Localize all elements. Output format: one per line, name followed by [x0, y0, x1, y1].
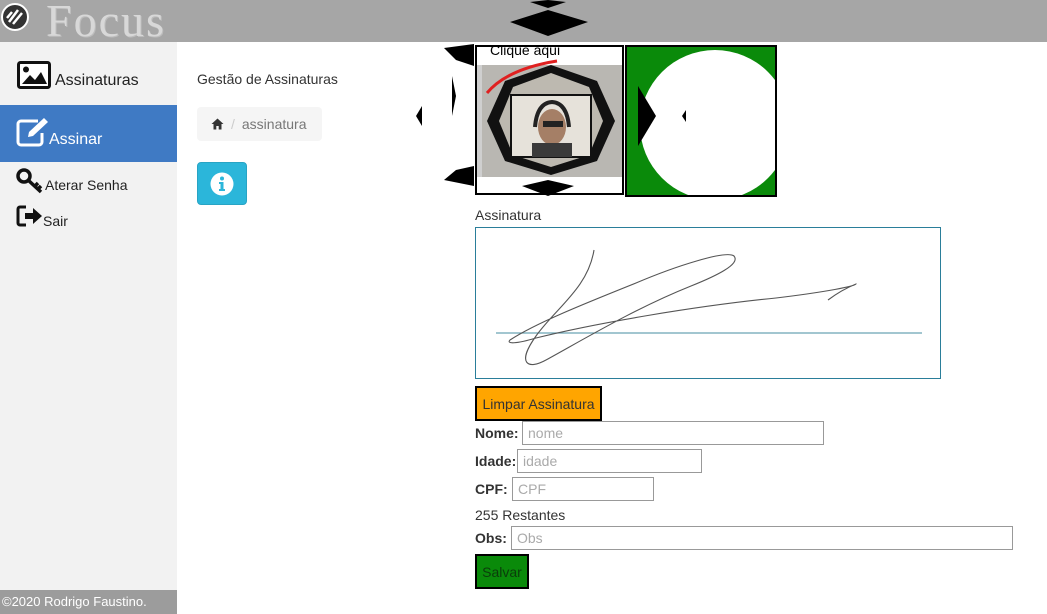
photo-preview [625, 45, 777, 197]
cpf-label: CPF: [475, 481, 508, 497]
obs-input[interactable] [511, 526, 1013, 550]
sidebar-item-label: Assinar [49, 131, 103, 148]
sidebar-item-label: Sair [43, 213, 68, 229]
obs-label: Obs: [475, 530, 507, 546]
cpf-input[interactable] [512, 477, 654, 501]
home-icon[interactable] [211, 118, 224, 130]
image-icon [17, 61, 51, 89]
sidebar: Assinaturas Assinar Aterar Senha Sair [0, 42, 177, 614]
sidebar-item-sair[interactable]: Sair [0, 203, 177, 231]
webcam-capture[interactable] [475, 45, 624, 195]
footer-copyright: ©2020 Rodrigo Faustino. [0, 590, 177, 614]
sign-out-icon [16, 205, 42, 227]
page-title: Gestão de Assinaturas [197, 71, 338, 87]
sidebar-item-label: Assinaturas [55, 72, 139, 89]
signature-pad[interactable] [475, 227, 941, 379]
save-button[interactable]: Salvar [475, 554, 529, 589]
signature-drawing [496, 249, 922, 365]
breadcrumb-current: assinatura [241, 116, 307, 132]
preview-image [627, 47, 775, 195]
breadcrumb-separator: / [231, 116, 235, 132]
info-button[interactable] [197, 162, 247, 205]
info-icon [210, 172, 234, 195]
idade-input[interactable] [517, 449, 702, 473]
breadcrumb: / assinatura [197, 107, 322, 141]
signature-label: Assinatura [475, 207, 542, 223]
clear-signature-button[interactable]: Limpar Assinatura [475, 386, 602, 421]
key-icon [16, 168, 43, 194]
sidebar-item-alterar-senha[interactable]: Aterar Senha [0, 166, 177, 196]
sidebar-item-assinar[interactable]: Assinar [0, 105, 177, 162]
click-here-label[interactable]: Clique aqui [490, 42, 560, 58]
edit-icon [16, 118, 48, 147]
sidebar-item-assinaturas[interactable]: Assinaturas [0, 56, 177, 106]
focus-logo-icon [1, 3, 29, 31]
nome-label: Nome: [475, 425, 519, 441]
brand-title: Focus [46, 0, 166, 46]
obs-remaining-counter: 255 Restantes [475, 507, 566, 523]
idade-label: Idade: [475, 453, 517, 469]
sidebar-item-label: Aterar Senha [45, 177, 128, 193]
top-bar: Focus [0, 0, 1047, 46]
nome-input[interactable] [522, 421, 824, 445]
webcam-image [477, 47, 622, 193]
